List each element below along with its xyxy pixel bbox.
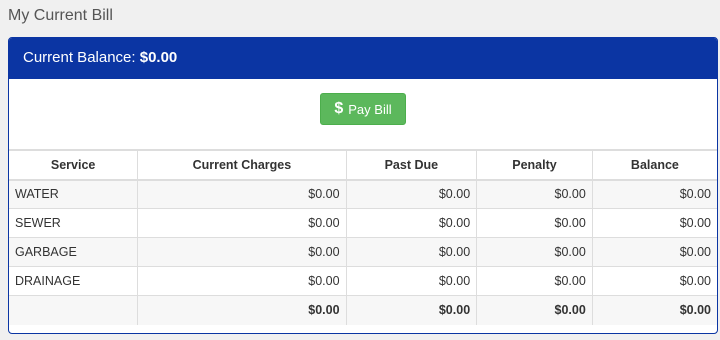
balance-label: Current Balance:	[23, 49, 136, 66]
service-cell: GARBAGE	[9, 237, 139, 267]
pay-bill-button[interactable]: $ Pay Bill	[320, 93, 406, 125]
penalty-cell: $0.00	[476, 266, 593, 296]
service-cell: SEWER	[9, 208, 139, 238]
current-charges-cell: $0.00	[137, 179, 347, 209]
balance-header: Current Balance: $0.00	[9, 38, 717, 79]
totals-service-cell	[9, 295, 139, 325]
past-due-cell: $0.00	[345, 179, 478, 209]
page-title: My Current Bill	[8, 7, 113, 24]
column-header-past-due: Past Due	[345, 150, 478, 181]
totals-row: $0.00 $0.00 $0.00 $0.00	[9, 295, 717, 325]
table-row: GARBAGE $0.00 $0.00 $0.00 $0.00	[9, 237, 717, 267]
total-balance-cell: $0.00	[591, 295, 717, 325]
balance-cell: $0.00	[591, 266, 717, 296]
total-past-due-cell: $0.00	[345, 295, 478, 325]
bill-table: Service Current Charges Past Due Penalty…	[9, 150, 717, 325]
column-header-penalty: Penalty	[476, 150, 593, 181]
current-charges-cell: $0.00	[137, 266, 347, 296]
past-due-cell: $0.00	[345, 237, 478, 267]
column-header-current-charges: Current Charges	[137, 150, 347, 181]
table-row: WATER $0.00 $0.00 $0.00 $0.00	[9, 179, 717, 209]
pay-row: $ Pay Bill	[9, 79, 717, 150]
dollar-icon: $	[334, 100, 344, 117]
balance-value: $0.00	[139, 49, 178, 66]
service-cell: DRAINAGE	[9, 266, 139, 296]
pay-bill-label: Pay Bill	[348, 101, 392, 117]
column-header-balance: Balance	[591, 150, 717, 181]
penalty-cell: $0.00	[476, 179, 593, 209]
balance-cell: $0.00	[591, 208, 717, 238]
column-header-service: Service	[9, 150, 139, 181]
total-penalty-cell: $0.00	[476, 295, 593, 325]
current-charges-cell: $0.00	[137, 208, 347, 238]
past-due-cell: $0.00	[345, 208, 478, 238]
past-due-cell: $0.00	[345, 266, 478, 296]
current-charges-cell: $0.00	[137, 237, 347, 267]
penalty-cell: $0.00	[476, 237, 593, 267]
table-row: DRAINAGE $0.00 $0.00 $0.00 $0.00	[9, 266, 717, 296]
balance-cell: $0.00	[591, 179, 717, 209]
bill-panel: Current Balance: $0.00 $ Pay Bill Servic…	[8, 37, 718, 334]
table-header-row: Service Current Charges Past Due Penalty…	[9, 150, 717, 181]
penalty-cell: $0.00	[476, 208, 593, 238]
balance-cell: $0.00	[591, 237, 717, 267]
service-cell: WATER	[9, 179, 139, 209]
total-current-charges-cell: $0.00	[137, 295, 347, 325]
table-row: SEWER $0.00 $0.00 $0.00 $0.00	[9, 208, 717, 238]
